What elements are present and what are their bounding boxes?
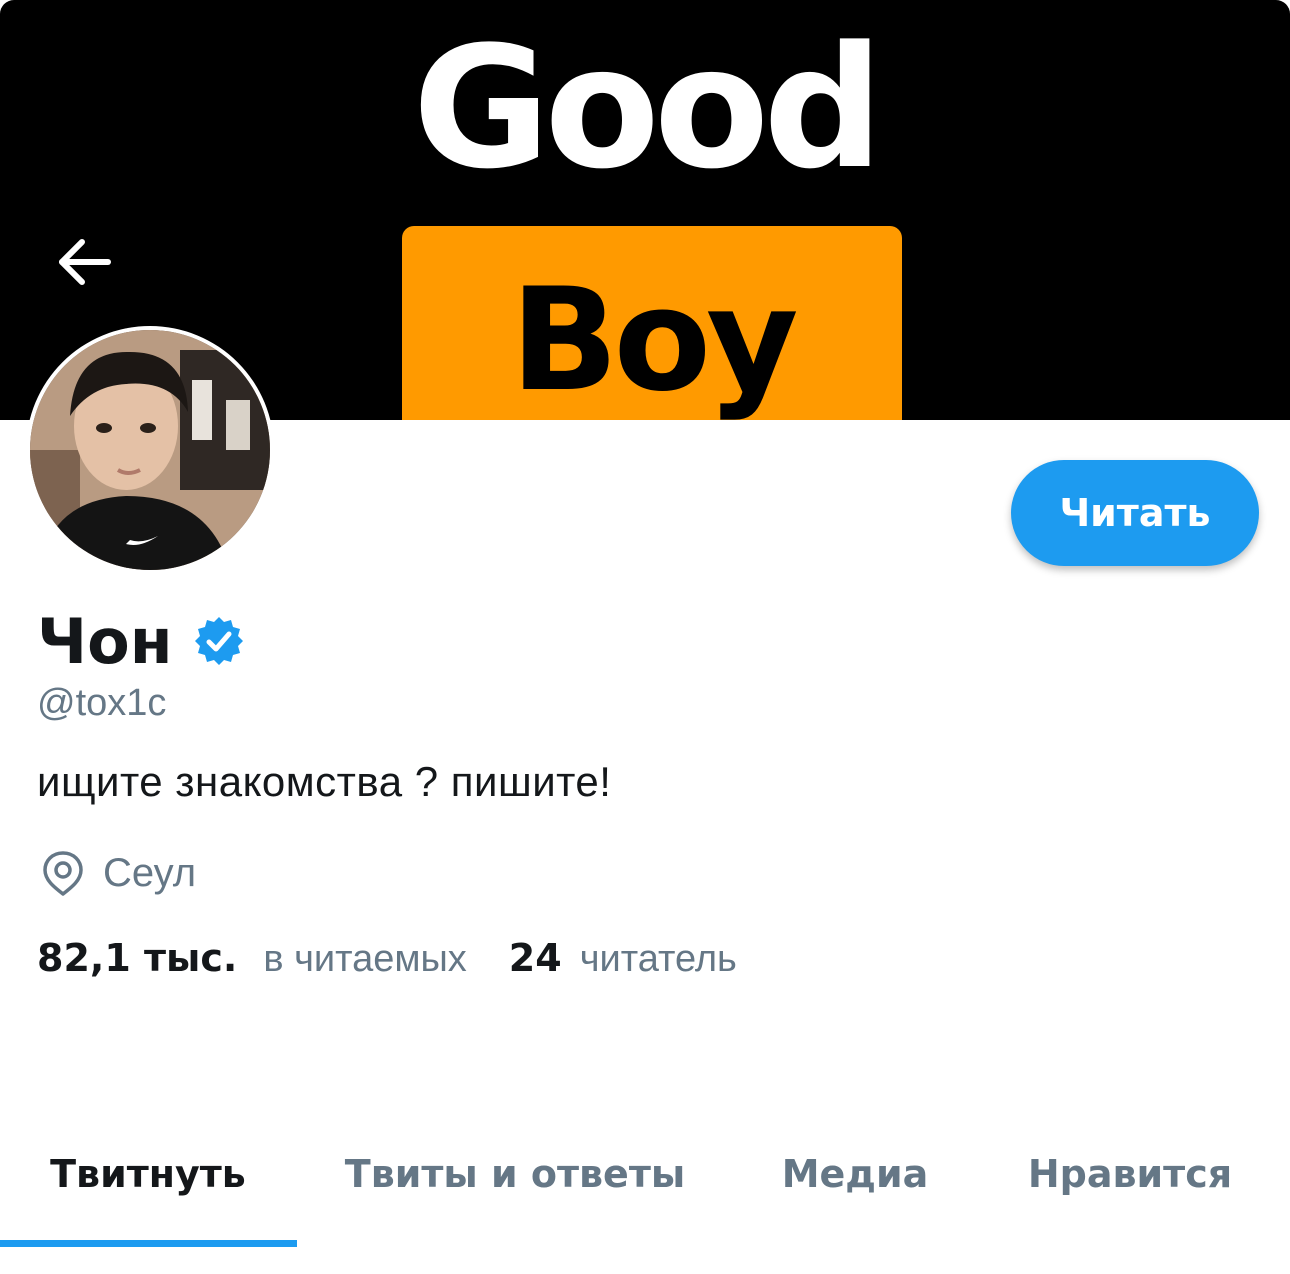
banner-text-bottom: Boy	[510, 258, 798, 420]
tab-likes[interactable]: Нравится	[1015, 1146, 1245, 1202]
followers-count: 24	[508, 936, 562, 980]
arrow-left-icon	[59, 239, 111, 285]
verified-badge-icon	[195, 617, 243, 665]
user-handle: @tox1c	[37, 682, 167, 724]
avatar-photo	[30, 330, 270, 570]
profile-page: Good Boy Читать Чон @tox1c ищите знакомс…	[0, 0, 1290, 1274]
tab-tweets-and-replies[interactable]: Твиты и ответы	[330, 1146, 700, 1202]
back-button[interactable]	[48, 226, 120, 298]
avatar[interactable]	[26, 326, 274, 574]
following-count: 82,1 тыс.	[37, 936, 238, 980]
follow-stats: 82,1 тыс. в читаемых 24 читатель	[37, 936, 737, 988]
follow-button[interactable]: Читать	[1011, 460, 1259, 566]
followers-link[interactable]: 24 читатель	[509, 936, 737, 981]
followers-label: читатель	[579, 938, 737, 980]
location-text: Сеул	[103, 851, 197, 895]
banner-orange-box: Boy	[402, 226, 902, 420]
following-label: в читаемых	[263, 938, 467, 980]
tab-tweets[interactable]: Твитнуть	[30, 1146, 266, 1202]
following-link[interactable]: 82,1 тыс. в читаемых	[37, 936, 467, 981]
display-name: Чон	[37, 605, 173, 678]
active-tab-indicator	[0, 1240, 297, 1247]
banner-text-top: Good	[412, 10, 884, 206]
tab-media[interactable]: Медиа	[770, 1146, 940, 1202]
user-bio: ищите знакомства ? пишите!	[37, 758, 612, 805]
location-pin-icon	[43, 851, 83, 896]
